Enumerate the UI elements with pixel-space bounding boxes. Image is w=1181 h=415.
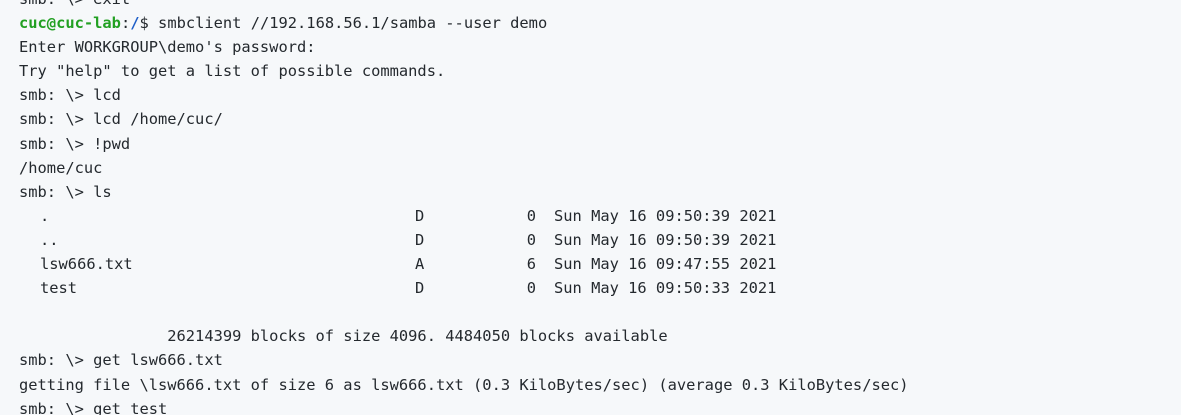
- prompt-line: cuc@cuc-lab:/$ smbclient //192.168.56.1/…: [19, 11, 909, 35]
- prompt-path: /: [130, 14, 140, 33]
- listing-row: .. D 0 Sun May 16 09:50:39 2021: [19, 228, 909, 252]
- listing-size: 6: [526, 255, 536, 274]
- prompt-symbol: $: [139, 14, 159, 33]
- listing-row: . D 0 Sun May 16 09:50:39 2021: [19, 204, 909, 228]
- listing-date: Sun May 16 09:47:55 2021: [554, 255, 777, 274]
- listing-name: ..: [40, 230, 59, 249]
- terminal-line: Try "help" to get a list of possible com…: [19, 62, 446, 81]
- terminal-line: /home/cuc: [19, 158, 103, 177]
- listing-name: .: [40, 206, 50, 225]
- listing-attr: D: [415, 230, 425, 249]
- terminal-line: smb: \> get lsw666.txt: [19, 351, 223, 370]
- listing-attr: D: [415, 206, 425, 225]
- prompt-command: smbclient //192.168.56.1/samba --user de…: [158, 14, 548, 33]
- listing-attr: A: [415, 255, 425, 274]
- listing-row: test D 0 Sun May 16 09:50:33 2021: [19, 276, 909, 300]
- listing-name: test: [40, 279, 78, 298]
- terminal-line: smb: \> lcd /home/cuc/: [19, 110, 223, 129]
- terminal-line: smb: \> exit: [19, 0, 909, 11]
- listing-date: Sun May 16 09:50:39 2021: [554, 206, 777, 225]
- terminal-line: smb: \> get test: [19, 399, 168, 415]
- prompt-user-host: cuc@cuc-lab: [19, 14, 121, 33]
- terminal-line: Enter WORKGROUP\demo's password:: [19, 38, 316, 57]
- terminal-line: smb: \> !pwd: [19, 134, 131, 153]
- listing-date: Sun May 16 09:50:39 2021: [554, 230, 777, 249]
- terminal-line: smb: \> lcd: [19, 86, 121, 105]
- terminal-line: getting file \lsw666.txt of size 6 as ls…: [19, 375, 909, 394]
- listing-size: 0: [526, 279, 536, 298]
- listing-size: 0: [526, 206, 536, 225]
- listing-attr: D: [415, 279, 425, 298]
- terminal-lines: smb: \> exit cuc@cuc-lab:/$ smbclient //…: [19, 0, 909, 415]
- prompt-colon: :: [120, 14, 131, 33]
- listing-name: lsw666.txt: [40, 255, 133, 274]
- listing-size: 0: [526, 230, 536, 249]
- terminal-line: smb: \> ls: [19, 182, 112, 201]
- terminal-output[interactable]: smb: \> exit cuc@cuc-lab:/$ smbclient //…: [0, 0, 1181, 415]
- blocks-summary: 26214399 blocks of size 4096. 4484050 bl…: [19, 327, 668, 346]
- listing-row: lsw666.txt A 6 Sun May 16 09:47:55 2021: [19, 252, 909, 276]
- listing-date: Sun May 16 09:50:33 2021: [554, 279, 777, 298]
